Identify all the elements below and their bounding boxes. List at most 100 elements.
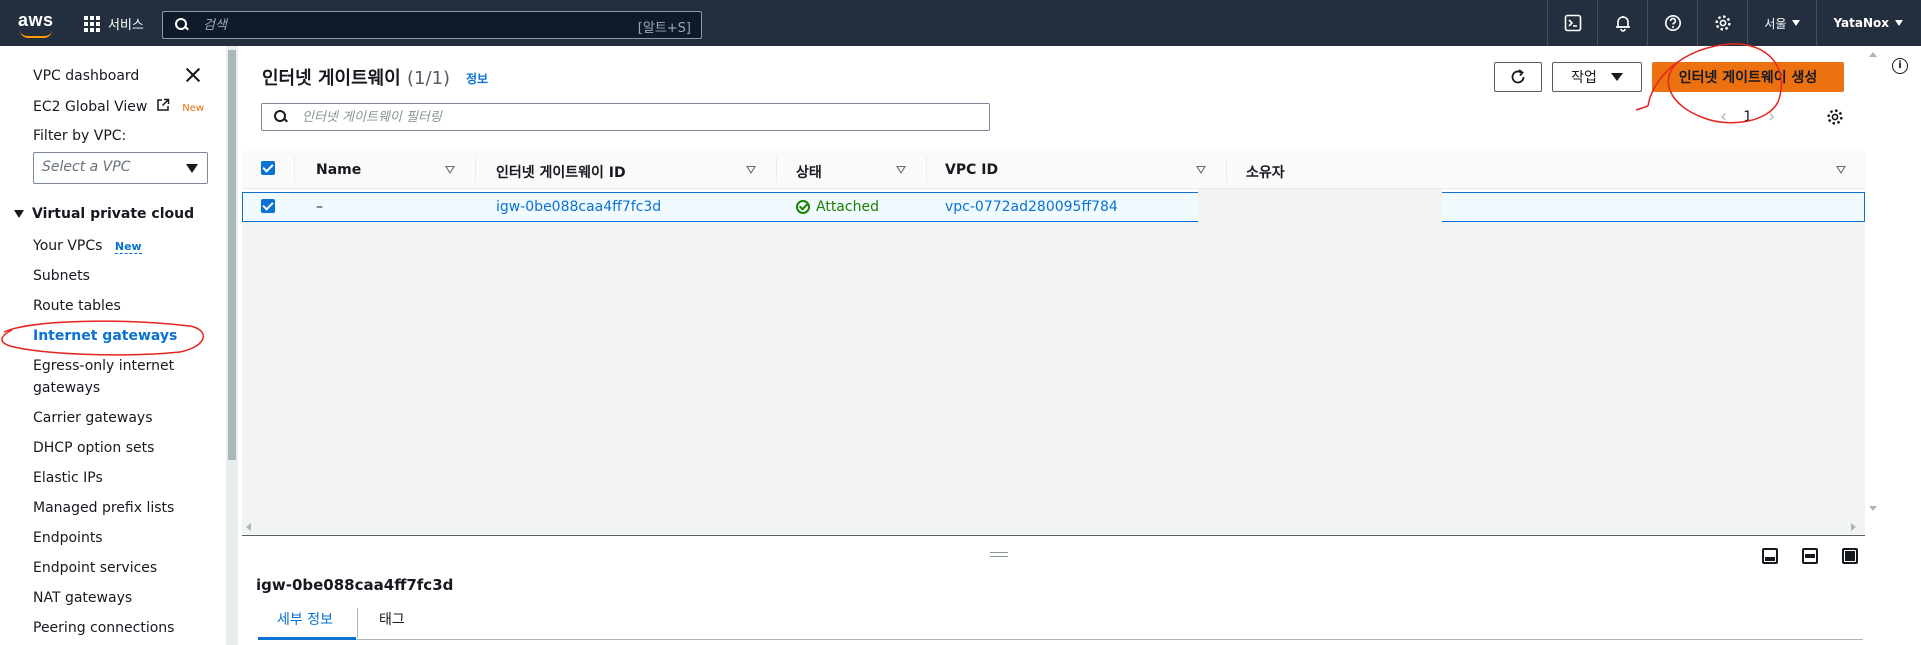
column-header-vpc-id[interactable]: VPC ID [945, 162, 998, 178]
sidebar-item-managed-prefix-lists[interactable]: Managed prefix lists [33, 500, 174, 516]
sidebar-item-label: Your VPCs [33, 238, 103, 254]
scroll-left-arrow-icon[interactable] [246, 523, 251, 531]
actions-label: 작업 [1571, 70, 1597, 86]
current-page[interactable]: 1 [1743, 109, 1752, 125]
sidebar-item-nat-gateways[interactable]: NAT gateways [33, 590, 132, 606]
vpc-filter-select[interactable]: Select a VPC [33, 152, 208, 184]
sort-icon[interactable] [1196, 166, 1206, 174]
bell-icon [1615, 16, 1630, 32]
pagination: ‹ 1 › [1720, 106, 1775, 127]
scroll-up-arrow-icon[interactable] [1869, 52, 1877, 57]
sidebar-item-endpoints[interactable]: Endpoints [33, 530, 103, 546]
drag-handle-icon[interactable] [990, 552, 1008, 557]
filter-input[interactable] [302, 109, 902, 125]
sort-icon[interactable] [1836, 166, 1846, 174]
sidebar-item-internet-gateways[interactable]: Internet gateways [33, 328, 177, 344]
sidebar-item-peering-connections[interactable]: Peering connections [33, 620, 174, 636]
split-panel-divider[interactable] [242, 535, 1865, 536]
page-title: 인터넷 게이트웨이 (1/1) [262, 64, 450, 90]
new-badge: New [182, 103, 205, 114]
active-tab-indicator [258, 637, 356, 640]
sidebar-item-dhcp-option-sets[interactable]: DHCP option sets [33, 440, 154, 456]
sidebar-item-egress-only-line2[interactable]: gateways [33, 380, 100, 396]
column-divider [776, 157, 777, 183]
sidebar-item-carrier-gateways[interactable]: Carrier gateways [33, 410, 153, 426]
sidebar-item-subnets[interactable]: Subnets [33, 268, 90, 284]
scrollbar-thumb[interactable] [228, 50, 236, 460]
global-search[interactable]: [알트+S] [162, 11, 702, 39]
column-header-owner[interactable]: 소유자 [1246, 162, 1285, 182]
chevron-left-icon[interactable]: ‹ [1720, 106, 1727, 127]
row-checkbox[interactable] [261, 199, 275, 213]
cell-name: – [316, 199, 323, 215]
status-ok-icon [796, 200, 810, 214]
info-panel-icon[interactable]: i [1892, 58, 1908, 74]
sort-icon[interactable] [746, 166, 756, 174]
services-label: 서비스 [108, 18, 144, 33]
status-text: Attached [816, 199, 879, 215]
table-body-area [242, 219, 1865, 534]
region-label: 서울 [1764, 16, 1787, 31]
close-icon[interactable] [184, 66, 202, 84]
column-header-name[interactable]: Name [316, 162, 361, 178]
cell-igw-id-link[interactable]: igw-0be088caa4ff7fc3d [496, 199, 661, 215]
aws-logo[interactable]: aws [16, 8, 56, 38]
new-badge: New [114, 240, 142, 254]
tab-tags[interactable]: 태그 [379, 609, 405, 629]
sidebar-item-route-tables[interactable]: Route tables [33, 298, 121, 314]
caret-down-icon [1610, 73, 1623, 81]
cell-vpc-id-link[interactable]: vpc-0772ad280095ff784 [945, 199, 1118, 215]
tab-details[interactable]: 세부 정보 [277, 609, 333, 629]
info-link[interactable]: 정보 [466, 70, 488, 87]
column-header-igw-id[interactable]: 인터넷 게이트웨이 ID [496, 162, 626, 182]
chevron-right-icon[interactable]: › [1768, 106, 1775, 127]
actions-dropdown-button[interactable]: 작업 [1552, 62, 1642, 92]
sidebar-item-your-vpcs[interactable]: Your VPCs New [33, 238, 142, 254]
sidebar-item-egress-only-line1[interactable]: Egress-only internet [33, 358, 174, 374]
panel-side-icon[interactable] [1802, 548, 1818, 564]
sidebar-item-elastic-ips[interactable]: Elastic IPs [33, 470, 103, 486]
sidebar-scrollbar[interactable] [226, 46, 238, 645]
section-label: Virtual private cloud [32, 206, 195, 222]
expand-caret-icon [14, 210, 24, 218]
grid-menu-icon [84, 15, 100, 32]
column-header-status[interactable]: 상태 [796, 162, 822, 182]
sidebar-item-endpoint-services[interactable]: Endpoint services [33, 560, 157, 576]
services-menu-button[interactable]: 서비스 [84, 14, 144, 33]
help-button[interactable] [1647, 0, 1697, 46]
search-icon [274, 110, 288, 124]
top-right-controls: 서울 YataNox [1547, 0, 1921, 46]
detail-panel-title: igw-0be088caa4ff7fc3d [256, 576, 454, 594]
table-preferences-gear-icon[interactable] [1826, 108, 1844, 126]
detail-tabs [258, 606, 1863, 640]
create-internet-gateway-button[interactable]: 인터넷 게이트웨이 생성 [1652, 62, 1844, 92]
cloudshell-icon [1564, 14, 1582, 32]
account-menu[interactable]: YataNox [1816, 0, 1921, 46]
scroll-down-arrow-icon[interactable] [1869, 506, 1877, 511]
refresh-icon [1511, 69, 1525, 84]
sidebar-item-ec2-global-view[interactable]: EC2 Global View New [33, 98, 204, 115]
scroll-right-arrow-icon[interactable] [1851, 523, 1856, 531]
main-scrollbar[interactable] [1866, 46, 1880, 536]
region-selector[interactable]: 서울 [1747, 0, 1816, 46]
table-header [242, 151, 1865, 189]
refresh-button[interactable] [1494, 62, 1542, 92]
caret-down-icon [186, 164, 198, 173]
cell-status: Attached [796, 199, 879, 215]
sort-icon[interactable] [445, 166, 455, 174]
settings-button[interactable] [1697, 0, 1747, 46]
panel-full-icon[interactable] [1842, 548, 1858, 564]
select-all-checkbox[interactable] [261, 161, 275, 175]
panel-bottom-icon[interactable] [1762, 548, 1778, 564]
search-shortcut-hint: [알트+S] [637, 21, 691, 36]
account-label: YataNox [1833, 16, 1889, 30]
notifications-button[interactable] [1597, 0, 1647, 46]
section-virtual-private-cloud[interactable]: Virtual private cloud [14, 206, 194, 222]
filter-search[interactable] [261, 103, 990, 131]
global-search-input[interactable] [203, 17, 603, 33]
item-count: (1/1) [407, 68, 451, 89]
cloudshell-button[interactable] [1547, 0, 1597, 46]
sort-icon[interactable] [896, 166, 906, 174]
aws-smile-icon [20, 30, 52, 38]
sidebar-item-vpc-dashboard[interactable]: VPC dashboard [33, 68, 139, 84]
